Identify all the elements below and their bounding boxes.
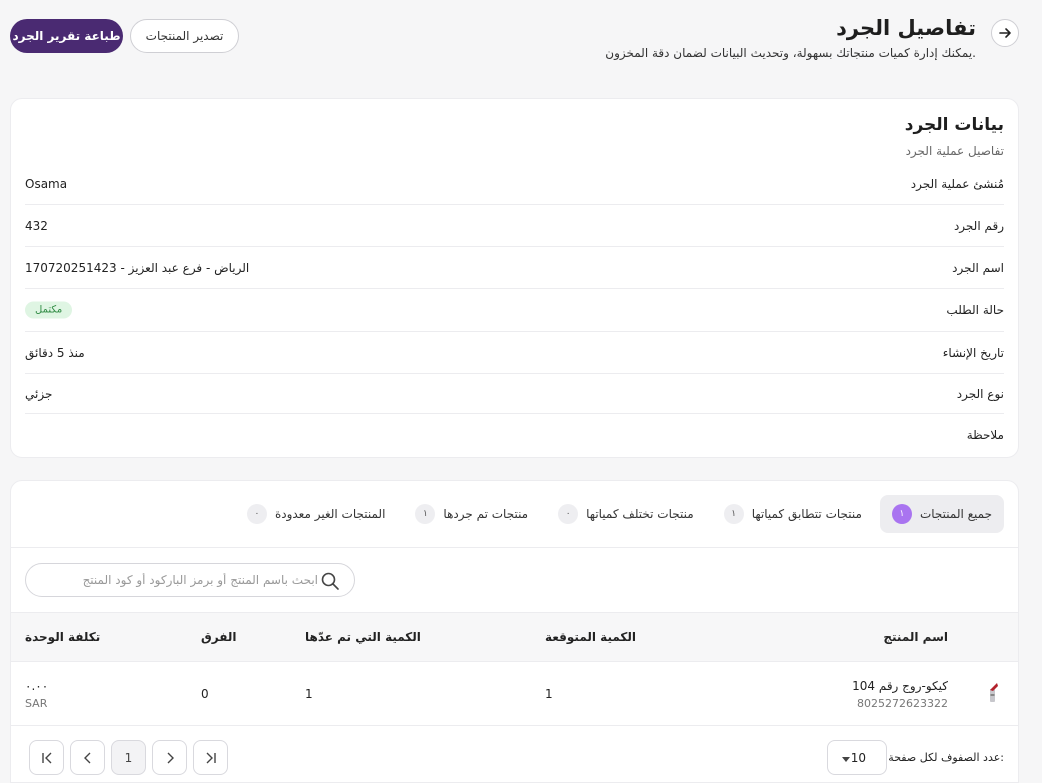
- info-label: رقم الجرد: [953, 218, 1004, 233]
- status-badge: مكتمل: [25, 301, 73, 319]
- divider: [11, 547, 1018, 548]
- back-button[interactable]: [991, 19, 1019, 47]
- info-value: الرياض - فرع عبد العزيز - 170720251423: [25, 260, 250, 275]
- info-row-creator: مُنشئ عملية الجرد Osama: [25, 163, 1004, 205]
- next-page-button[interactable]: [152, 740, 187, 775]
- search-box[interactable]: [25, 563, 355, 597]
- first-page-button[interactable]: [29, 740, 64, 775]
- info-label: نوع الجرد: [956, 386, 1004, 401]
- rows-per-page-value: 10: [850, 751, 866, 765]
- search-input[interactable]: [40, 564, 318, 596]
- inventory-info-card: بيانات الجرد تفاصيل عملية الجرد مُنشئ عم…: [10, 98, 1019, 458]
- info-row-name: اسم الجرد الرياض - فرع عبد العزيز - 1707…: [25, 247, 1004, 289]
- previous-page-button[interactable]: [70, 740, 105, 775]
- column-header-difference[interactable]: الفرق: [201, 630, 236, 644]
- table-header: اسم المنتج الكمية المتوقعة الكمية التي ت…: [11, 612, 1018, 662]
- info-value: 432: [25, 218, 48, 233]
- info-row-note: ملاحظة: [25, 414, 1004, 456]
- tab-count-badge: ١: [891, 504, 912, 524]
- info-value: Osama: [25, 176, 68, 191]
- print-report-button[interactable]: طباعة تقرير الجرد: [10, 19, 123, 53]
- tab-count-badge: ٠: [246, 504, 267, 524]
- current-page-button[interactable]: 1: [111, 740, 146, 775]
- tab-count-badge: ١: [415, 504, 436, 524]
- tab-all-products[interactable]: جميع المنتجات ١: [879, 495, 1004, 533]
- product-tabs: جميع المنتجات ١ منتجات تتطابق كمياتها ١ …: [25, 495, 1004, 533]
- products-card: جميع المنتجات ١ منتجات تتطابق كمياتها ١ …: [10, 480, 1019, 783]
- info-row-type: نوع الجرد جزئي: [25, 374, 1004, 414]
- column-header-product-name[interactable]: اسم المنتج: [883, 630, 948, 644]
- column-header-counted-qty[interactable]: الكمية التي تم عدّها: [305, 630, 421, 644]
- info-label: ملاحظة: [966, 428, 1004, 442]
- tab-matching-products[interactable]: منتجات تتطابق كمياتها ١: [712, 495, 874, 533]
- tab-count-badge: ١: [723, 504, 744, 524]
- counted-qty: 1: [305, 687, 313, 701]
- info-label: حالة الطلب: [946, 303, 1004, 317]
- column-header-expected-qty[interactable]: الكمية المتوقعة: [545, 630, 636, 644]
- card-title: بيانات الجرد: [904, 115, 1004, 135]
- table-row[interactable]: كيكو-روج رقم 104 8025272623322 1 1 0 ٠.٠…: [11, 662, 1018, 726]
- rows-per-page-label: عدد الصفوف لكل صفحة:: [888, 751, 1004, 764]
- tab-label: منتجات تتطابق كمياتها: [751, 507, 862, 521]
- first-page-icon: [41, 752, 51, 763]
- product-image: [990, 683, 998, 702]
- tab-count-badge: ٠: [558, 504, 579, 524]
- pagination: 1: [29, 740, 228, 775]
- unit-cost-currency: SAR: [25, 697, 48, 710]
- info-row-number: رقم الجرد 432: [25, 205, 1004, 247]
- info-label: تاريخ الإنشاء: [942, 345, 1004, 360]
- tab-label: منتجات تم جردها: [443, 507, 529, 521]
- card-subtitle: تفاصيل عملية الجرد: [905, 144, 1004, 158]
- tab-differing-products[interactable]: منتجات تختلف كمياتها ٠: [546, 495, 706, 533]
- search-icon: [321, 572, 339, 590]
- tab-label: المنتجات الغير معدودة: [274, 507, 386, 521]
- info-value: جزئي: [25, 386, 53, 401]
- info-label: مُنشئ عملية الجرد: [910, 176, 1004, 191]
- tab-counted-products[interactable]: منتجات تم جردها ١: [403, 495, 540, 533]
- page-header: تفاصيل الجرد يمكنك إدارة كميات منتجاتك ب…: [0, 0, 1042, 90]
- chevron-left-icon: [83, 752, 90, 763]
- qty-difference: 0: [201, 687, 209, 701]
- page-subtitle: يمكنك إدارة كميات منتجاتك بسهولة، وتحديث…: [605, 46, 976, 60]
- column-header-unit-cost[interactable]: تكلفة الوحدة: [25, 630, 100, 644]
- tab-label: منتجات تختلف كمياتها: [586, 507, 694, 521]
- info-value: منذ 5 دقائق: [25, 345, 85, 360]
- last-page-button[interactable]: [193, 740, 228, 775]
- info-label: اسم الجرد: [952, 260, 1004, 275]
- arrow-right-icon: [999, 28, 1011, 38]
- product-name: كيكو-روج رقم 104: [852, 679, 948, 693]
- unit-cost-value: ٠.٠٠: [25, 679, 49, 693]
- chevron-down-icon: [842, 757, 850, 762]
- product-barcode: 8025272623322: [857, 697, 948, 710]
- info-row-created: تاريخ الإنشاء منذ 5 دقائق: [25, 332, 1004, 374]
- page-title: تفاصيل الجرد: [836, 16, 976, 40]
- tab-label: جميع المنتجات: [919, 507, 992, 521]
- rows-per-page-select[interactable]: 10: [827, 740, 887, 775]
- last-page-icon: [206, 752, 216, 763]
- chevron-right-icon: [167, 752, 174, 763]
- tab-uncounted-products[interactable]: المنتجات الغير معدودة ٠: [235, 495, 397, 533]
- expected-qty: 1: [545, 687, 553, 701]
- export-products-button[interactable]: تصدير المنتجات: [130, 19, 239, 53]
- info-row-status: حالة الطلب مكتمل: [25, 289, 1004, 332]
